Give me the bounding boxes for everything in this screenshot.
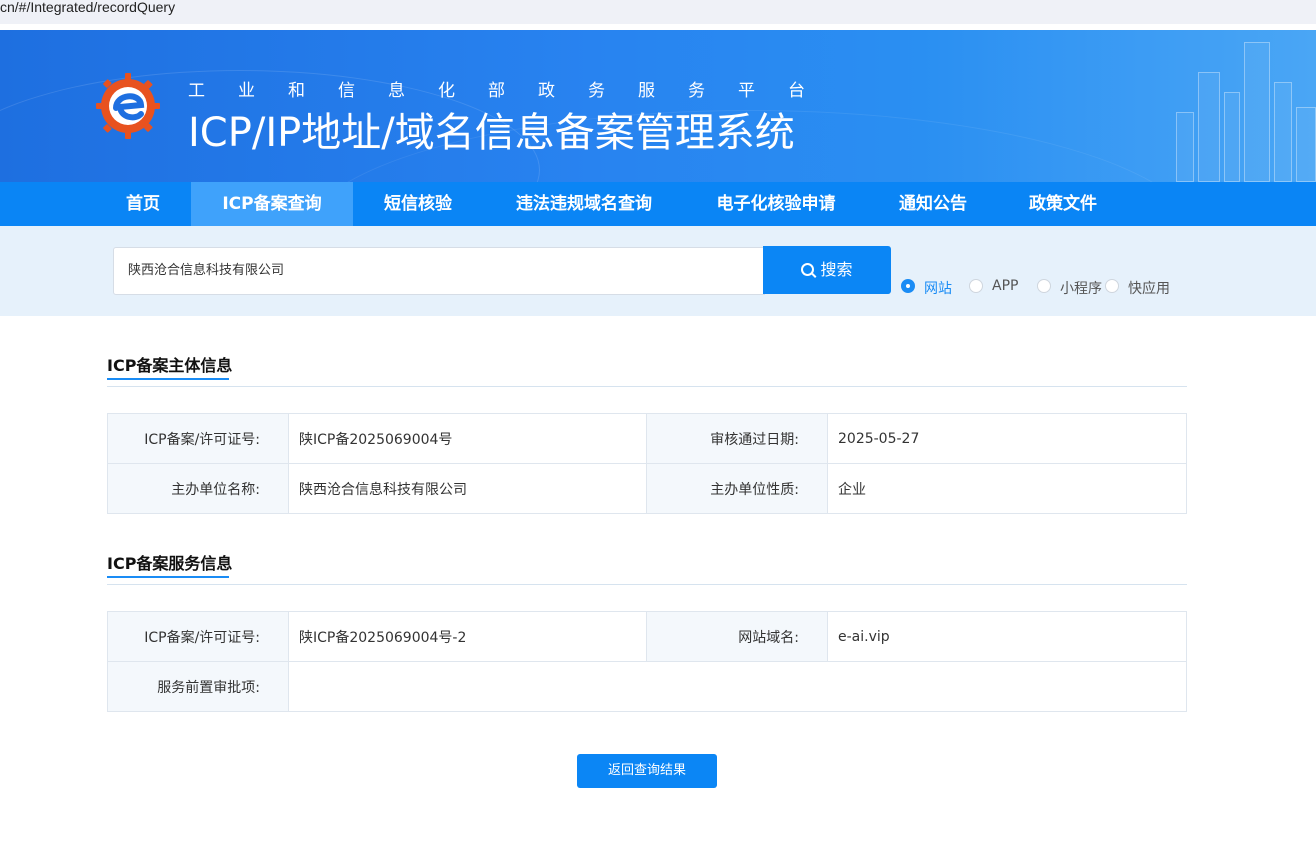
table-row: 服务前置审批项:	[107, 661, 1187, 712]
ministry-subtitle: 工业和信息化部政务服务平台	[188, 81, 805, 101]
radio-label: 网站	[924, 281, 952, 297]
nav-item-notices[interactable]: 通知公告	[885, 182, 981, 226]
service-license-value: 陕ICP备2025069004号-2	[288, 611, 647, 662]
table-row: 主办单位名称: 陕西沧合信息科技有限公司 主办单位性质: 企业	[107, 463, 1187, 514]
search-button[interactable]: 搜索	[763, 246, 891, 294]
service-license-label: ICP备案/许可证号:	[107, 611, 289, 662]
search-area: 陕西沧合信息科技有限公司 搜索 网站 APP 小程序 快应用	[0, 226, 1316, 316]
service-section-title: ICP备案服务信息	[107, 550, 232, 578]
pre-approval-label: 服务前置审批项:	[107, 661, 289, 712]
radio-label: APP	[992, 278, 1019, 294]
org-type-value: 企业	[827, 463, 1187, 514]
table-row: ICP备案/许可证号: 陕ICP备2025069004号-2 网站域名: e-a…	[107, 611, 1187, 662]
pre-approval-value	[288, 661, 1187, 712]
radio-label: 小程序	[1060, 281, 1102, 297]
section-divider	[107, 584, 1187, 585]
nav-item-policy-docs[interactable]: 政策文件	[1015, 182, 1111, 226]
title-underline	[107, 378, 229, 380]
license-value: 陕ICP备2025069004号	[288, 413, 647, 464]
section-divider	[107, 386, 1187, 387]
city-skyline-decoration	[1156, 30, 1316, 182]
url-text: cn/#/Integrated/recordQuery	[0, 0, 176, 15]
browser-address-bar[interactable]: cn/#/Integrated/recordQuery	[0, 0, 1316, 24]
service-info-table: ICP备案/许可证号: 陕ICP备2025069004号-2 网站域名: e-a…	[107, 611, 1187, 712]
radio-dot	[969, 279, 983, 293]
org-type-label: 主办单位性质:	[646, 463, 828, 514]
org-name-value: 陕西沧合信息科技有限公司	[288, 463, 647, 514]
nav-item-icp-query[interactable]: ICP备案查询	[191, 182, 353, 226]
nav-item-sms-verify[interactable]: 短信核验	[368, 182, 468, 226]
domain-label: 网站域名:	[646, 611, 828, 662]
search-button-label: 搜索	[820, 260, 853, 279]
nav-item-illegal-domain-query[interactable]: 违法违规域名查询	[500, 182, 668, 226]
domain-value: e-ai.vip	[827, 611, 1187, 662]
subject-info-table: ICP备案/许可证号: 陕ICP备2025069004号 审核通过日期: 202…	[107, 413, 1187, 514]
system-title: ICP/IP地址/域名信息备案管理系统	[188, 110, 795, 156]
table-row: ICP备案/许可证号: 陕ICP备2025069004号 审核通过日期: 202…	[107, 413, 1187, 464]
search-icon	[801, 263, 815, 276]
radio-dot	[1037, 279, 1051, 293]
miit-logo	[96, 73, 160, 139]
back-to-results-button[interactable]: 返回查询结果	[577, 754, 717, 788]
license-label: ICP备案/许可证号:	[107, 413, 289, 464]
approve-date-label: 审核通过日期:	[646, 413, 828, 464]
title-underline	[107, 576, 229, 578]
nav-item-home[interactable]: 首页	[110, 182, 176, 226]
radio-dot	[901, 279, 915, 293]
subject-section-title: ICP备案主体信息	[107, 352, 232, 380]
approve-date-value: 2025-05-27	[827, 413, 1187, 464]
search-input[interactable]: 陕西沧合信息科技有限公司	[113, 247, 765, 295]
radio-label: 快应用	[1128, 281, 1170, 297]
radio-dot	[1105, 279, 1119, 293]
org-name-label: 主办单位名称:	[107, 463, 289, 514]
main-nav: 首页 ICP备案查询 短信核验 违法违规域名查询 电子化核验申请 通知公告 政策…	[0, 182, 1316, 226]
nav-item-electronic-verify[interactable]: 电子化核验申请	[700, 182, 852, 226]
